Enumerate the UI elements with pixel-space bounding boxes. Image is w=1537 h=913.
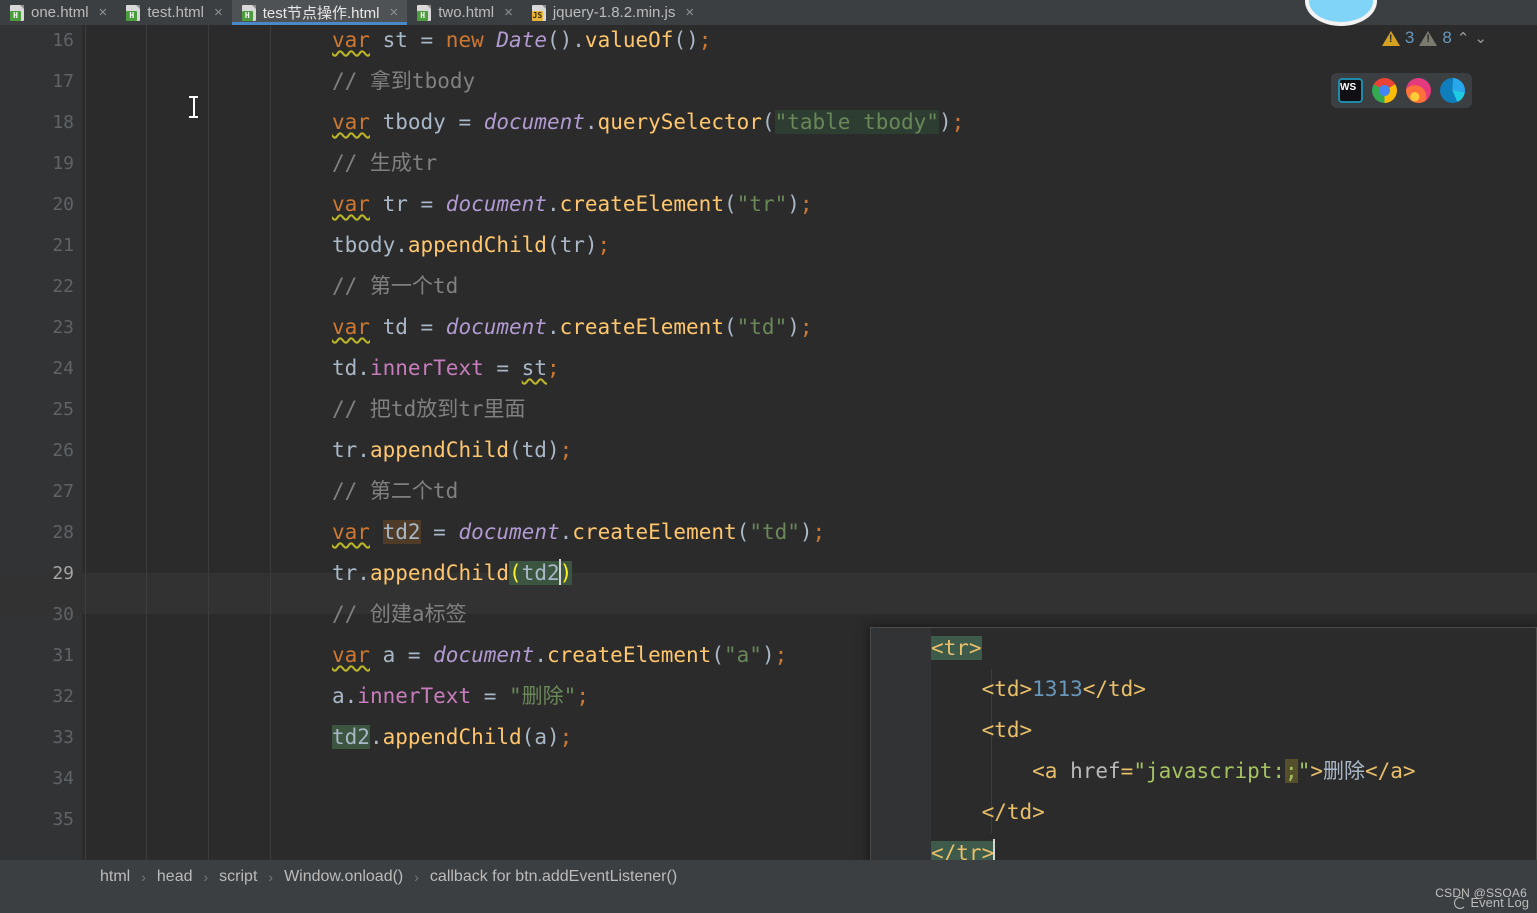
line-number: 16	[52, 30, 74, 51]
line-number: 19	[52, 153, 74, 174]
line-number: 28	[52, 522, 74, 543]
code-line-28[interactable]: var td2 = document.createElement("td");	[332, 512, 825, 553]
html-file-icon: H	[10, 4, 24, 21]
line-number: 22	[52, 276, 74, 297]
editor-tab-two-html[interactable]: H two.html ×	[407, 0, 522, 25]
warning-count: 3	[1404, 28, 1415, 47]
line-number: 26	[52, 440, 74, 461]
line-number: 21	[52, 235, 74, 256]
editor-tab-test-jiedian-html[interactable]: H test节点操作.html ×	[231, 0, 408, 25]
inspection-widget[interactable]: ! 3 ! 8 ⌃ ⌄	[1381, 28, 1487, 48]
breadcrumb-separator-icon: ›	[414, 868, 419, 885]
close-icon[interactable]: ×	[504, 5, 513, 20]
popup-code-line-5[interactable]: </td>	[931, 792, 1045, 833]
close-icon[interactable]: ×	[389, 5, 398, 20]
line-number: 18	[52, 112, 74, 133]
line-number: 29	[52, 563, 74, 584]
code-line-26[interactable]: tr.appendChild(td);	[332, 430, 572, 471]
tab-label: two.html	[438, 4, 495, 21]
firefox-icon[interactable]	[1406, 78, 1431, 103]
line-number: 33	[52, 727, 74, 748]
tab-label: jquery-1.8.2.min.js	[552, 4, 676, 21]
popup-code-line-4[interactable]: <a href="javascript:;">删除</a>	[931, 751, 1416, 792]
code-line-19[interactable]: // 生成tr	[332, 143, 437, 184]
line-number: 32	[52, 686, 74, 707]
html-file-icon: H	[417, 4, 432, 21]
chrome-icon[interactable]	[1372, 78, 1397, 103]
editor-tab-jquery-js[interactable]: JS jquery-1.8.2.min.js ×	[522, 0, 703, 25]
code-line-18[interactable]: var tbody = document.querySelector("tabl…	[332, 102, 964, 143]
code-line-17[interactable]: // 拿到tbody	[332, 61, 475, 102]
breadcrumb-item-callback[interactable]: callback for btn.addEventListener()	[428, 868, 679, 886]
weak-warning-icon: !	[1419, 30, 1438, 46]
breadcrumb: html › head › script › Window.onload() ›…	[0, 860, 1537, 893]
chevron-down-icon[interactable]: ⌄	[1474, 29, 1487, 47]
line-number-gutter[interactable]: 16 17 18 19 20 21 22 23 24 25 26 27 28 2…	[0, 25, 82, 860]
popup-code-line-3[interactable]: <td>	[931, 710, 1033, 751]
code-line-22[interactable]: // 第一个td	[332, 266, 458, 307]
weak-warning-count: 8	[1442, 28, 1452, 47]
editor-tab-one-html[interactable]: H one.html ×	[0, 0, 116, 25]
popup-line-number-gutter	[871, 628, 931, 872]
breadcrumb-item-script[interactable]: script	[217, 868, 259, 886]
browser-launch-bar[interactable]	[1331, 73, 1472, 108]
code-line-32[interactable]: a.innerText = "删除";	[332, 676, 589, 717]
line-number: 31	[52, 645, 74, 666]
editor-tab-test-html[interactable]: H test.html ×	[116, 0, 231, 25]
close-icon[interactable]: ×	[214, 5, 223, 20]
code-line-23[interactable]: var td = document.createElement("td");	[332, 307, 813, 348]
line-number: 34	[52, 768, 74, 789]
tab-label: test.html	[147, 4, 204, 21]
breadcrumb-separator-icon: ›	[203, 868, 209, 885]
close-icon[interactable]: ×	[99, 5, 108, 20]
breadcrumb-item-html[interactable]: html	[98, 868, 132, 886]
line-number: 25	[52, 399, 74, 420]
js-file-icon: JS	[531, 4, 546, 21]
edge-icon[interactable]	[1440, 78, 1465, 103]
tab-label: one.html	[31, 4, 89, 21]
breadcrumb-item-window-onload[interactable]: Window.onload()	[282, 868, 405, 886]
breadcrumb-item-head[interactable]: head	[155, 868, 195, 886]
webstorm-icon[interactable]	[1338, 78, 1363, 103]
html-file-icon: H	[241, 4, 256, 21]
line-number: 20	[52, 194, 74, 215]
line-number: 35	[52, 809, 74, 830]
watermark: CSDN @SSOA6	[1435, 886, 1527, 900]
line-number: 23	[52, 317, 74, 338]
tab-label: test节点操作.html	[262, 5, 380, 22]
popup-code-line-2[interactable]: <td>1313</td>	[931, 669, 1146, 710]
code-line-24[interactable]: td.innerText = st;	[332, 348, 560, 389]
code-line-27[interactable]: // 第二个td	[332, 471, 458, 512]
line-number: 27	[52, 481, 74, 502]
code-line-29[interactable]: tr.appendChild(td2)	[332, 553, 573, 594]
code-line-21[interactable]: tbody.appendChild(tr);	[332, 225, 610, 266]
popup-code-line-1[interactable]: <tr>	[931, 628, 982, 669]
status-bar: Event Log	[0, 893, 1537, 913]
line-number: 30	[52, 604, 74, 625]
code-line-31[interactable]: var a = document.createElement("a");	[332, 635, 787, 676]
floating-html-editor[interactable]: <tr> <td>1313</td> <td> <a href="javascr…	[870, 627, 1537, 873]
code-line-20[interactable]: var tr = document.createElement("tr");	[332, 184, 813, 225]
code-line-30[interactable]: // 创建a标签	[332, 594, 467, 635]
code-line-25[interactable]: // 把td放到tr里面	[332, 389, 526, 430]
close-icon[interactable]: ×	[685, 5, 694, 20]
chevron-up-icon[interactable]: ⌃	[1457, 29, 1470, 47]
code-line-33[interactable]: td2.appendChild(a);	[332, 717, 572, 758]
popup-code-area[interactable]: <tr> <td>1313</td> <td> <a href="javascr…	[931, 628, 1536, 872]
line-number: 17	[52, 71, 74, 92]
code-line-16[interactable]: var st = new Date().valueOf();	[332, 25, 711, 61]
breadcrumb-separator-icon: ›	[268, 868, 274, 885]
ide-window: H one.html × H test.html × H test节点操作.ht…	[0, 0, 1537, 913]
breadcrumb-separator-icon: ›	[141, 868, 146, 885]
html-file-icon: H	[126, 4, 141, 21]
line-number: 24	[52, 358, 74, 379]
warning-icon: !	[1381, 30, 1400, 46]
